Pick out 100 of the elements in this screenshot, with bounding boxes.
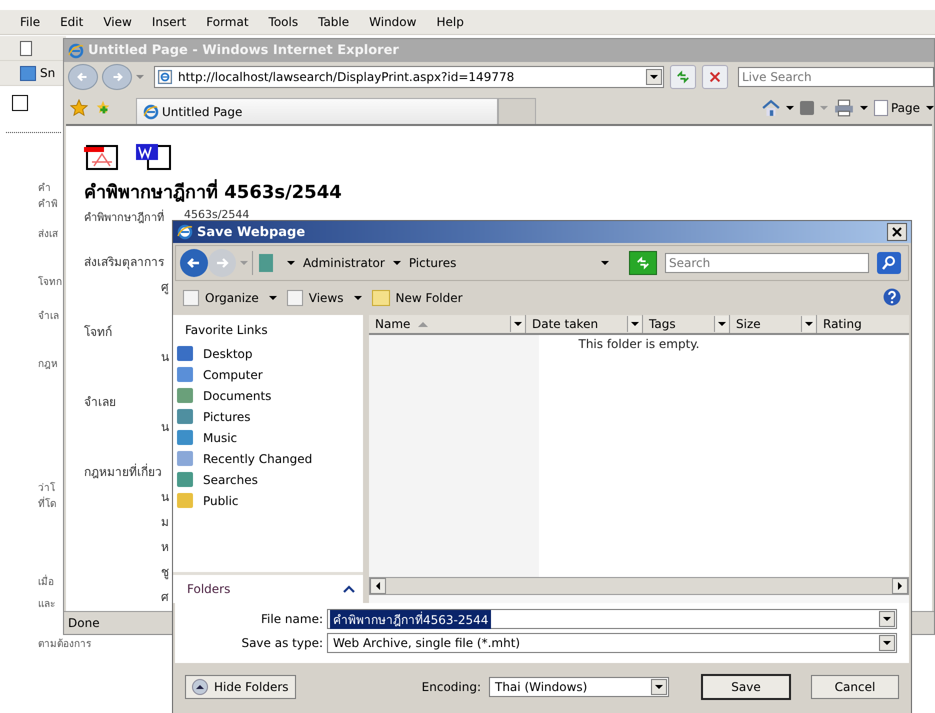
document-text: ส่งเส: [38, 229, 58, 241]
printer-icon[interactable]: [834, 99, 854, 117]
field-label: File name:: [260, 612, 323, 626]
close-icon: [892, 227, 902, 237]
document-text: ที่โด: [38, 499, 56, 511]
refresh-button[interactable]: [670, 65, 696, 89]
page-heading: คำพิพากษาฎีกาที่ 4563s/2544: [84, 177, 342, 206]
column-header[interactable]: Rating: [817, 315, 909, 333]
favorite-link[interactable]: Pictures: [177, 406, 363, 427]
column-header[interactable]: Name: [369, 315, 526, 333]
section-label: กฎหมายที่เกี่ยว: [84, 465, 162, 479]
file-name-field[interactable]: คำพิพากษาฎีกาที่4563-2544: [327, 609, 897, 629]
grid-icon[interactable]: [20, 66, 36, 80]
search-icon: [881, 255, 897, 271]
window-title: Untitled Page - Windows Internet Explorer: [88, 43, 399, 58]
back-button[interactable]: [68, 64, 98, 90]
field-label: Save as type:: [240, 636, 323, 650]
dialog-button[interactable]: Save: [701, 674, 791, 700]
status-text: Done: [68, 616, 100, 630]
body-text: น: [161, 350, 169, 364]
favorite-link[interactable]: Computer: [177, 364, 363, 385]
favorite-link[interactable]: Music: [177, 427, 363, 448]
horizontal-scrollbar[interactable]: [369, 577, 909, 595]
caret-icon[interactable]: [287, 261, 295, 265]
body-text: ศู: [161, 280, 169, 294]
menu-item[interactable]: Tools: [268, 15, 298, 29]
section-label: ส่งเสริมตุลาการ: [84, 255, 164, 269]
favorite-link[interactable]: Public: [177, 490, 363, 511]
favorite-link[interactable]: Documents: [177, 385, 363, 406]
help-icon[interactable]: [883, 288, 901, 308]
column-header[interactable]: Size: [730, 315, 817, 333]
back-button[interactable]: [180, 249, 208, 277]
file-type-dropdown[interactable]: Web Archive, single file (*.mht): [327, 633, 897, 653]
toolbar-button[interactable]: Organize: [183, 290, 259, 306]
address-field[interactable]: http://localhost/lawsearch/DisplayPrint.aspx?id=149778: [154, 66, 664, 88]
menu-item[interactable]: Table: [318, 15, 350, 29]
menu-item[interactable]: Insert: [152, 15, 186, 29]
document-text: เมื่อ: [38, 577, 54, 589]
favorite-link[interactable]: Desktop: [177, 343, 363, 364]
search-button[interactable]: [877, 252, 901, 274]
stop-button[interactable]: [702, 65, 728, 89]
document-icon[interactable]: [20, 40, 32, 56]
favorite-link[interactable]: Searches: [177, 469, 363, 490]
home-icon[interactable]: [762, 99, 780, 117]
browser-logo-icon: [143, 104, 159, 120]
body-text: ห: [161, 540, 169, 554]
dialog-button[interactable]: Cancel: [811, 675, 899, 699]
page-icon: [158, 70, 172, 84]
field-label: คำพิพากษาฎีกาที่: [84, 208, 164, 226]
caret-icon[interactable]: [354, 296, 362, 300]
pane-heading: Favorite Links: [185, 323, 269, 337]
menu-item[interactable]: View: [103, 15, 132, 29]
field-value: 4563s/2544: [184, 208, 250, 223]
breadcrumb-bar[interactable]: Administrator Pictures: [252, 251, 617, 275]
body-text: น: [161, 490, 169, 504]
document-text: ตามต้องการ: [38, 639, 91, 651]
toolbar-label[interactable]: Sn: [40, 66, 56, 80]
page-menu-button[interactable]: Page: [874, 100, 920, 116]
encoding-dropdown[interactable]: Thai (Windows): [489, 677, 669, 697]
menu-item[interactable]: Format: [206, 15, 249, 29]
toolbar-button[interactable]: Views: [286, 290, 344, 306]
menu-item[interactable]: Help: [436, 15, 464, 29]
document-text: คำ: [38, 183, 51, 195]
word-document-icon[interactable]: [136, 144, 172, 173]
body-text: ชู: [161, 565, 169, 579]
chevron-up-icon: [343, 585, 355, 593]
favorite-link[interactable]: Recently Changed: [177, 448, 363, 469]
refresh-button[interactable]: [629, 251, 657, 275]
close-button[interactable]: [887, 223, 907, 241]
star-icon[interactable]: [70, 99, 88, 117]
empty-message: This folder is empty.: [578, 337, 700, 353]
caret-icon[interactable]: [601, 261, 609, 265]
browser-logo-icon: [177, 224, 193, 240]
search-field[interactable]: Search: [665, 253, 869, 273]
tab-stop-icon[interactable]: [12, 95, 28, 111]
breadcrumb-item[interactable]: Pictures: [408, 256, 456, 270]
body-text: น: [161, 420, 169, 434]
forward-button[interactable]: [102, 64, 132, 90]
hide-folders-button[interactable]: Hide Folders: [185, 675, 296, 699]
toolbar-button[interactable]: New Folder: [372, 290, 463, 306]
caret-icon[interactable]: [860, 106, 868, 110]
caret-icon[interactable]: [392, 261, 401, 265]
document-text: และ: [38, 599, 55, 611]
browser-logo-icon: [68, 42, 84, 58]
breadcrumb-item[interactable]: Administrator: [303, 256, 385, 270]
menu-item[interactable]: Edit: [60, 15, 84, 29]
document-text: โจทก: [38, 277, 62, 289]
caret-icon[interactable]: [926, 106, 934, 110]
search-field[interactable]: Live Search: [738, 67, 934, 87]
pdf-icon[interactable]: [84, 144, 118, 173]
caret-icon[interactable]: [268, 296, 277, 300]
caret-icon[interactable]: [786, 106, 794, 110]
column-header[interactable]: Tags: [643, 315, 730, 333]
menu-item[interactable]: File: [20, 15, 40, 29]
menu-item[interactable]: Window: [369, 15, 416, 29]
column-header[interactable]: Date taken: [526, 315, 643, 333]
browser-tab[interactable]: Untitled Page: [136, 98, 498, 124]
document-text: ว่าโ: [38, 483, 55, 495]
x-icon: [708, 70, 722, 84]
section-label: โจทก์: [84, 325, 112, 339]
